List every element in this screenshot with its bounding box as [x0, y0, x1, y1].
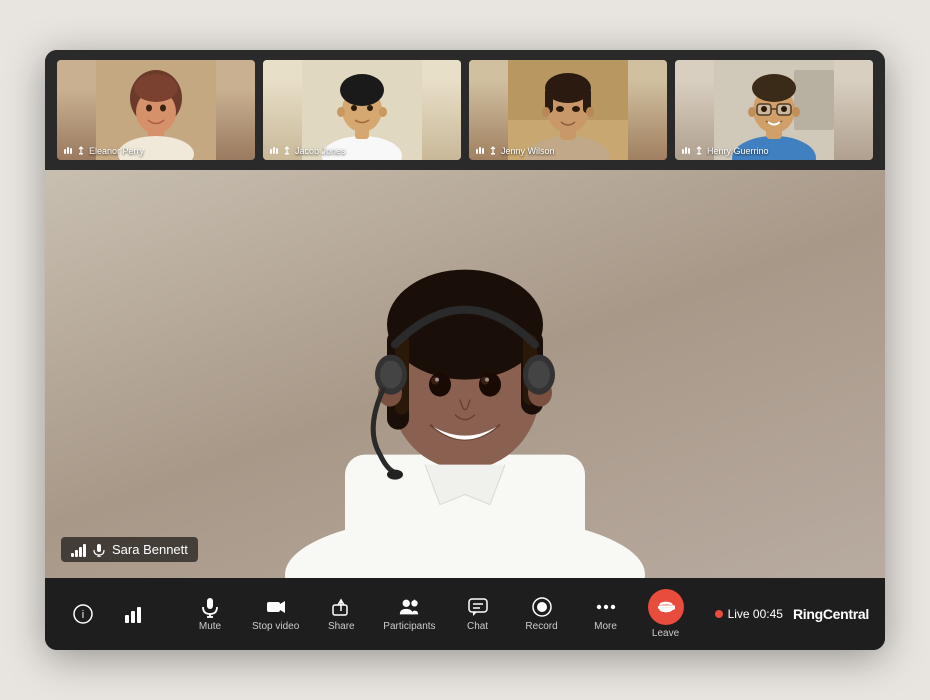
participant-thumb-3[interactable]: Jenny Wilson [469, 60, 667, 160]
main-video: Sara Bennett [45, 170, 885, 578]
share-button[interactable]: Share [319, 596, 363, 632]
video-call-window: Eleanor Perry [45, 50, 885, 650]
thumbnails-bar: Eleanor Perry [45, 50, 885, 170]
mic-icon [92, 543, 106, 557]
thumb-label-2: Jacob Jones [269, 146, 346, 156]
participant-thumb-4[interactable]: Henry Guerrino [675, 60, 873, 160]
svg-text:i: i [82, 609, 84, 621]
signal-indicator [71, 543, 86, 557]
toolbar-right: Live 00:45 RingCentral [715, 606, 869, 622]
live-badge: Live 00:45 [715, 607, 783, 621]
signal-button[interactable] [113, 603, 157, 625]
speaker-name: Sara Bennett [112, 542, 188, 557]
chat-button[interactable]: Chat [456, 596, 500, 632]
record-button[interactable]: Record [520, 596, 564, 632]
thumb-label-3: Jenny Wilson [475, 146, 555, 156]
more-button[interactable]: More [584, 596, 628, 632]
participant-thumb-2[interactable]: Jacob Jones [263, 60, 461, 160]
stop-video-button[interactable]: Stop video [252, 596, 299, 632]
speaker-label: Sara Bennett [61, 537, 198, 562]
leave-circle [648, 589, 684, 625]
participants-button[interactable]: Participants [383, 596, 435, 632]
participant-thumb-1[interactable]: Eleanor Perry [57, 60, 255, 160]
toolbar-center: Mute Stop video Share [157, 589, 715, 639]
leave-button[interactable]: Leave [648, 589, 684, 639]
info-button[interactable]: i [61, 603, 105, 625]
ringcentral-brand: RingCentral [793, 606, 869, 622]
mute-button[interactable]: Mute [188, 596, 232, 632]
toolbar: i Mute [45, 578, 885, 650]
thumb-label-4: Henry Guerrino [681, 146, 769, 156]
toolbar-left: i [61, 603, 157, 625]
thumb-label-1: Eleanor Perry [63, 146, 144, 156]
live-dot [715, 610, 723, 618]
